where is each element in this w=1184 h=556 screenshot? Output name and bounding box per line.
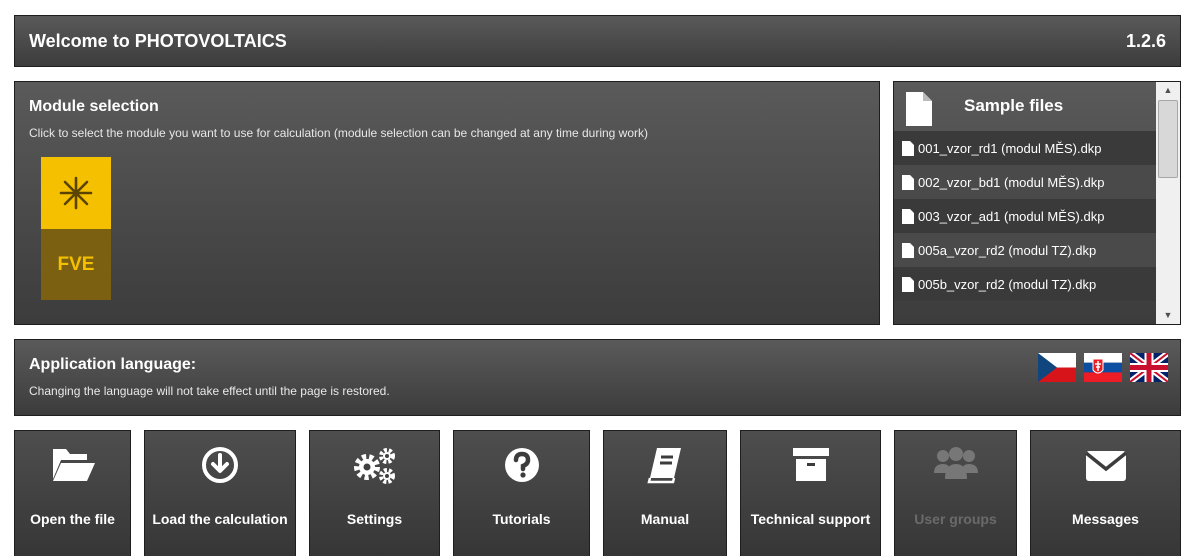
uk-flag-icon[interactable] bbox=[1130, 353, 1168, 382]
language-heading: Application language: bbox=[29, 356, 197, 373]
sample-file-name: 005a_vzor_rd2 (modul TZ).dkp bbox=[918, 242, 1097, 258]
sample-files-panel: Sample files 001_vzor_rd1 (modul MĚS).dk… bbox=[893, 81, 1181, 325]
archive-box-icon bbox=[792, 448, 829, 481]
module-selection-panel: Module selection Click to select the mod… bbox=[14, 81, 880, 325]
sample-files-list: 001_vzor_rd1 (modul MĚS).dkp 002_vzor_bd… bbox=[894, 131, 1156, 301]
file-icon bbox=[902, 208, 914, 224]
gears-icon bbox=[353, 448, 395, 484]
question-circle-icon bbox=[504, 448, 539, 482]
load-calculation-button[interactable]: Load the calculation bbox=[144, 430, 296, 556]
slovak-flag-icon[interactable] bbox=[1084, 353, 1122, 382]
technical-support-button[interactable]: Technical support bbox=[740, 430, 881, 556]
scroll-up-arrow-icon[interactable]: ▲ bbox=[1156, 82, 1180, 99]
sample-file-name: 003_vzor_ad1 (modul MĚS).dkp bbox=[918, 208, 1105, 224]
language-description: Changing the language will not take effe… bbox=[29, 384, 390, 398]
file-icon bbox=[902, 140, 914, 156]
messages-label: Messages bbox=[1072, 511, 1139, 527]
title-bar: Welcome to PHOTOVOLTAICS 1.2.6 bbox=[14, 15, 1181, 67]
sample-file-item[interactable]: 002_vzor_bd1 (modul MĚS).dkp bbox=[894, 165, 1156, 199]
file-icon bbox=[902, 242, 914, 258]
messages-button[interactable]: Messages bbox=[1030, 430, 1181, 556]
asterisk-icon bbox=[59, 176, 93, 210]
file-icon bbox=[902, 276, 914, 292]
scroll-down-arrow-icon[interactable]: ▼ bbox=[1156, 307, 1180, 324]
czech-flag-icon[interactable] bbox=[1038, 353, 1076, 382]
load-calculation-label: Load the calculation bbox=[152, 511, 288, 527]
open-file-button[interactable]: Open the file bbox=[14, 430, 131, 556]
sample-file-item[interactable]: 005a_vzor_rd2 (modul TZ).dkp bbox=[894, 233, 1156, 267]
sample-file-name: 002_vzor_bd1 (modul MĚS).dkp bbox=[918, 174, 1105, 190]
tutorials-label: Tutorials bbox=[492, 511, 551, 527]
user-groups-button[interactable]: User groups bbox=[894, 430, 1017, 556]
page-title: Welcome to PHOTOVOLTAICS bbox=[29, 31, 287, 51]
technical-support-label: Technical support bbox=[750, 511, 871, 527]
sample-files-heading: Sample files bbox=[964, 96, 1064, 115]
module-selection-description: Click to select the module you want to u… bbox=[29, 126, 648, 140]
sample-file-item[interactable]: 003_vzor_ad1 (modul MĚS).dkp bbox=[894, 199, 1156, 233]
open-file-label: Open the file bbox=[30, 511, 115, 527]
file-icon bbox=[906, 92, 932, 126]
module-fve-tile[interactable]: FVE bbox=[41, 157, 111, 300]
envelope-icon bbox=[1084, 451, 1127, 481]
manual-button[interactable]: Manual bbox=[603, 430, 727, 556]
tutorials-button[interactable]: Tutorials bbox=[453, 430, 590, 556]
settings-label: Settings bbox=[346, 511, 403, 527]
file-icon bbox=[902, 174, 914, 190]
version-label: 1.2.6 bbox=[1125, 31, 1166, 51]
folder-open-icon bbox=[52, 449, 95, 481]
scrollbar-thumb[interactable] bbox=[1158, 100, 1178, 178]
sample-file-name: 001_vzor_rd1 (modul MĚS).dkp bbox=[918, 140, 1102, 156]
user-groups-label: User groups bbox=[914, 511, 997, 527]
module-selection-heading: Module selection bbox=[29, 98, 159, 115]
sample-file-item[interactable]: 005b_vzor_rd2 (modul TZ).dkp bbox=[894, 267, 1156, 301]
sample-file-item[interactable]: 001_vzor_rd1 (modul MĚS).dkp bbox=[894, 131, 1156, 165]
users-icon bbox=[933, 447, 978, 479]
settings-button[interactable]: Settings bbox=[309, 430, 440, 556]
sample-files-scrollbar[interactable]: ▲ ▼ bbox=[1156, 82, 1180, 324]
module-fve-label: FVE bbox=[57, 253, 95, 275]
language-panel: Application language: Changing the langu… bbox=[14, 339, 1181, 416]
download-circle-icon bbox=[202, 447, 238, 483]
manual-label: Manual bbox=[640, 511, 690, 527]
sample-file-name: 005b_vzor_rd2 (modul TZ).dkp bbox=[918, 276, 1097, 292]
book-icon bbox=[647, 448, 681, 484]
